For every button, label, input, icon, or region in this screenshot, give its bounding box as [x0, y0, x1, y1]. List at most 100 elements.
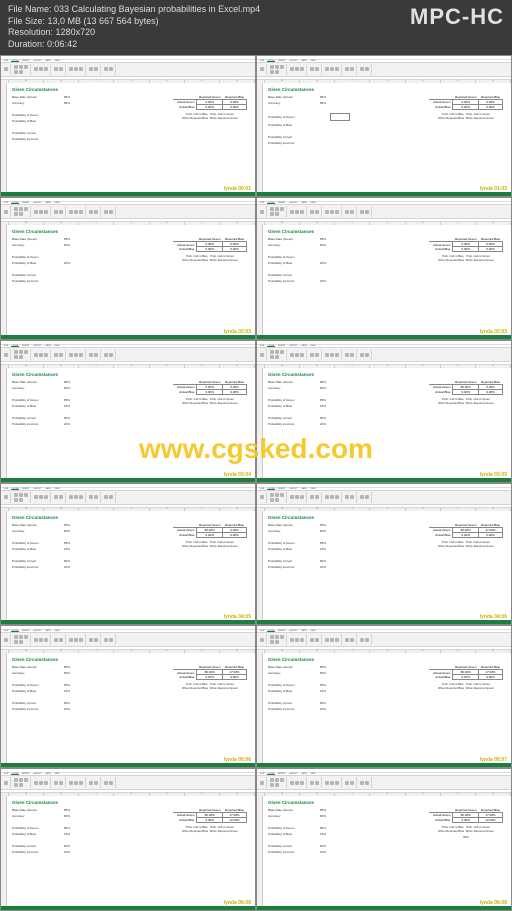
label-accuracy: Accuracy	[12, 671, 54, 675]
row-actual-blue: Actual Blue	[429, 104, 453, 109]
label-prob-green: Probability of Green	[268, 683, 310, 687]
italic-icon	[19, 207, 23, 211]
result-value: 80%	[429, 835, 503, 839]
underline-icon	[280, 635, 284, 639]
thumbnail[interactable]: FILE HOME INSERT LAYOUT DATA VIEW ABCDEF…	[256, 625, 512, 768]
tab-layout: LAYOUT	[33, 630, 43, 632]
thumbnail[interactable]: FILE HOME INSERT LAYOUT DATA VIEW ABCDEF…	[0, 340, 256, 483]
percent-icon	[59, 67, 63, 71]
value-prob-blue: 15%	[310, 832, 326, 836]
value-accuracy: 80%	[54, 101, 70, 105]
label-prob-green: Probability of Green	[268, 255, 310, 259]
thumbnail[interactable]: FILE HOME INSERT LAYOUT DATA VIEW ABCDEF…	[256, 483, 512, 626]
tab-file: FILE	[3, 345, 9, 347]
find-icon	[365, 67, 369, 71]
thumbnail[interactable]: FILE HOME INSERT LAYOUT DATA VIEW ABCDEF…	[256, 197, 512, 340]
label-accuracy: Accuracy	[268, 243, 310, 247]
sort-icon	[104, 67, 108, 71]
resolution-value: 1280x720	[56, 27, 96, 37]
value-prob-green: 85%	[54, 683, 70, 687]
label-prob-correct: Probability correct	[12, 701, 54, 705]
delete-icon	[94, 638, 98, 642]
tab-home: HOME	[267, 60, 275, 62]
percent-icon	[59, 638, 63, 642]
tab-insert: INSERT	[21, 773, 30, 775]
tab-file: FILE	[259, 202, 265, 204]
contingency-table: Reported GreenReported Blue Actual Green…	[429, 665, 503, 690]
align-icon	[39, 353, 43, 357]
thumbnail[interactable]: FILE HOME INSERT LAYOUT DATA VIEW ABCDEF…	[0, 55, 256, 198]
sort-icon	[360, 67, 364, 71]
value-base-rate: 85%	[310, 380, 326, 384]
thumbnail[interactable]: FILE HOME INSERT LAYOUT DATA VIEW ABCDEF…	[256, 340, 512, 483]
percent-icon	[315, 353, 319, 357]
number-icon	[54, 353, 58, 357]
tab-file: FILE	[3, 488, 9, 490]
find-icon	[365, 353, 369, 357]
value-prob-correct: 80%	[310, 701, 326, 705]
find-icon	[109, 353, 113, 357]
thumbnail[interactable]: FILE HOME INSERT LAYOUT DATA VIEW ABCDEF…	[256, 768, 512, 911]
align-icon	[34, 353, 38, 357]
cells-icon	[79, 495, 83, 499]
label-prob-incorrect: Probability incorrect	[12, 279, 54, 283]
value-prob-blue: 15%	[54, 689, 70, 693]
value-accuracy: 80%	[310, 529, 326, 533]
find-icon	[109, 495, 113, 499]
tab-insert: INSERT	[21, 202, 30, 204]
paste-icon	[4, 638, 8, 642]
label-base-rate: Base Rate (Green)	[12, 237, 54, 241]
label-prob-green: Probability of Green	[12, 683, 54, 687]
tab-data: DATA	[300, 488, 307, 490]
label-prob-incorrect: Probability incorrect	[268, 422, 310, 426]
col-reported-blue: Reported Blue	[223, 808, 247, 813]
sort-icon	[360, 353, 364, 357]
thumbnail[interactable]: FILE HOME INSERT LAYOUT DATA VIEW ABCDEF…	[0, 768, 256, 911]
insert-icon	[345, 495, 349, 499]
cells-icon	[335, 353, 339, 357]
sort-icon	[360, 210, 364, 214]
align-icon	[34, 67, 38, 71]
paste-icon	[260, 67, 264, 71]
row-actual-green: Actual Green	[173, 242, 197, 247]
ribbon-toolbar	[1, 63, 255, 77]
thumbnail[interactable]: FILE HOME INSERT LAYOUT DATA VIEW ABCDEF…	[0, 483, 256, 626]
thumbnail-timestamp: lynda 06:08	[479, 900, 508, 906]
value-prob-correct: 80%	[54, 559, 70, 563]
value-prob-blue: 15%	[310, 689, 326, 693]
find-icon	[365, 781, 369, 785]
row-numbers	[1, 83, 7, 193]
bold-icon	[14, 207, 18, 211]
ribbon-toolbar	[257, 491, 511, 505]
excel-status-bar	[1, 335, 255, 339]
italic-icon	[275, 493, 279, 497]
section-title: Given Circumstances	[268, 800, 508, 805]
styles-icon	[330, 495, 334, 499]
value-prob-incorrect: 20%	[54, 565, 70, 569]
player-logo: MPC-HC	[410, 4, 504, 30]
label-base-rate: Base Rate (Green)	[268, 808, 310, 812]
contingency-table: Reported GreenReported Blue Actual Green…	[173, 665, 247, 690]
excel-status-bar	[1, 620, 255, 624]
percent-icon	[59, 210, 63, 214]
value-prob-correct: 80%	[54, 416, 70, 420]
italic-icon	[19, 65, 23, 69]
row-actual-green: Actual Green	[429, 813, 453, 818]
underline-icon	[280, 778, 284, 782]
thumbnail[interactable]: FILE HOME INSERT LAYOUT DATA VIEW ABCDEF…	[0, 197, 256, 340]
percent-icon	[315, 210, 319, 214]
styles-icon	[74, 353, 78, 357]
label-prob-green: Probability of Green	[268, 115, 310, 119]
thumbnail[interactable]: FILE HOME INSERT LAYOUT DATA VIEW ABCDEF…	[256, 55, 512, 198]
table-notes: Prob. Cab is Blue Prob. Cab is Green Whe…	[429, 682, 503, 690]
tab-layout: LAYOUT	[289, 202, 299, 204]
col-reported-blue: Reported Blue	[223, 380, 247, 385]
row-actual-green: Actual Green	[429, 527, 453, 532]
excel-status-bar	[257, 335, 511, 339]
spreadsheet-body: Given Circumstances Base Rate (Green)85%…	[1, 653, 255, 763]
cell-bg: 0.00%	[453, 675, 479, 680]
section-title: Given Circumstances	[12, 229, 252, 234]
value-base-rate: 85%	[310, 237, 326, 241]
sort-icon	[360, 495, 364, 499]
thumbnail[interactable]: FILE HOME INSERT LAYOUT DATA VIEW ABCDEF…	[0, 625, 256, 768]
